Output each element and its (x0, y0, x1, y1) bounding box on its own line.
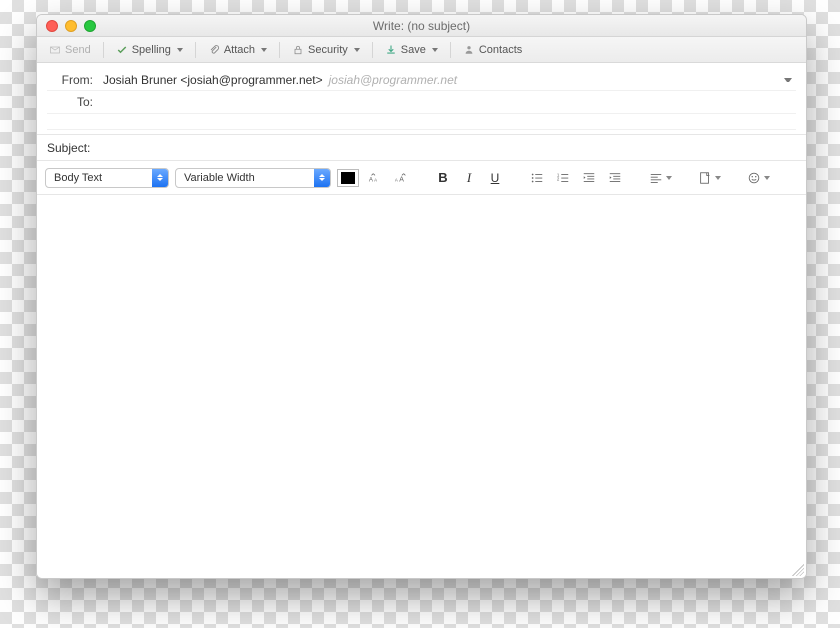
window-controls (46, 20, 96, 32)
send-label: Send (65, 44, 91, 56)
outdent-button[interactable] (579, 168, 599, 188)
chevron-down-icon (432, 48, 438, 52)
resize-grip[interactable] (792, 564, 804, 576)
security-label: Security (308, 44, 348, 56)
emoji-button[interactable] (745, 168, 772, 188)
from-row: From: Josiah Bruner <josiah@programmer.n… (47, 69, 796, 91)
chevron-down-icon (666, 176, 672, 180)
font-family-label: Variable Width (176, 172, 314, 184)
attach-button[interactable]: Attach (202, 42, 273, 58)
font-size-increase-button[interactable]: AA (391, 168, 411, 188)
align-button[interactable] (647, 168, 674, 188)
subject-label: Subject: (47, 141, 90, 155)
bulleted-list-button[interactable] (527, 168, 547, 188)
to-input[interactable] (103, 93, 792, 111)
check-icon (116, 44, 128, 56)
send-icon (49, 44, 61, 56)
select-stepper-icon (314, 169, 330, 187)
svg-text:A: A (395, 177, 398, 182)
chevron-down-icon (715, 176, 721, 180)
save-button[interactable]: Save (379, 42, 444, 58)
minimize-window-button[interactable] (65, 20, 77, 32)
compose-window: Write: (no subject) Send Spelling Attach (36, 14, 807, 579)
underline-button[interactable]: U (485, 168, 505, 188)
close-window-button[interactable] (46, 20, 58, 32)
send-button[interactable]: Send (43, 42, 97, 58)
lock-icon (292, 44, 304, 56)
font-size-decrease-button[interactable]: AA (365, 168, 385, 188)
chevron-down-icon (177, 48, 183, 52)
format-toolbar: Body Text Variable Width AA AA B I U 12 (37, 161, 806, 195)
spelling-label: Spelling (132, 44, 171, 56)
insert-button[interactable] (696, 168, 723, 188)
message-body-editor[interactable] (37, 195, 806, 578)
italic-button[interactable]: I (459, 168, 479, 188)
spelling-button[interactable]: Spelling (110, 42, 189, 58)
indent-button[interactable] (605, 168, 625, 188)
contacts-label: Contacts (479, 44, 522, 56)
subject-input[interactable] (96, 139, 796, 157)
header-spacer (47, 114, 796, 130)
svg-text:A: A (374, 177, 377, 182)
chevron-down-icon (764, 176, 770, 180)
font-family-select[interactable]: Variable Width (175, 168, 331, 188)
paperclip-icon (208, 44, 220, 56)
from-field[interactable]: Josiah Bruner <josiah@programmer.net> jo… (99, 71, 796, 89)
subject-row: Subject: (37, 135, 806, 161)
chevron-down-icon (261, 48, 267, 52)
to-row: To: (47, 91, 796, 114)
titlebar: Write: (no subject) (37, 15, 806, 37)
save-label: Save (401, 44, 426, 56)
chevron-down-icon (784, 78, 792, 82)
save-icon (385, 44, 397, 56)
from-identity-hint: josiah@programmer.net (329, 73, 457, 87)
zoom-window-button[interactable] (84, 20, 96, 32)
paragraph-style-select[interactable]: Body Text (45, 168, 169, 188)
bold-button[interactable]: B (433, 168, 453, 188)
attach-label: Attach (224, 44, 255, 56)
svg-text:2: 2 (557, 176, 560, 181)
chevron-down-icon (354, 48, 360, 52)
text-color-button[interactable] (337, 169, 359, 187)
from-value: Josiah Bruner <josiah@programmer.net> (103, 73, 323, 87)
window-title: Write: (no subject) (37, 19, 806, 33)
contacts-button[interactable]: Contacts (457, 42, 528, 58)
svg-text:A: A (399, 176, 404, 183)
person-icon (463, 44, 475, 56)
color-swatch (341, 172, 355, 184)
to-label: To: (47, 95, 99, 109)
main-toolbar: Send Spelling Attach Security (37, 37, 806, 63)
security-button[interactable]: Security (286, 42, 366, 58)
select-stepper-icon (152, 169, 168, 187)
svg-text:A: A (369, 176, 374, 183)
numbered-list-button[interactable]: 12 (553, 168, 573, 188)
message-headers: From: Josiah Bruner <josiah@programmer.n… (37, 63, 806, 135)
paragraph-style-label: Body Text (46, 172, 152, 184)
from-label: From: (47, 73, 99, 87)
